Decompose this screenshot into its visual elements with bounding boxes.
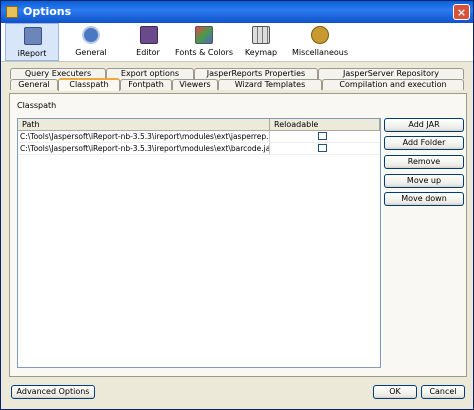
category-ireport[interactable]: iReport <box>5 23 59 61</box>
advanced-options-button[interactable]: Advanced Options <box>11 385 95 399</box>
app-icon <box>6 6 18 18</box>
category-label: Keymap <box>244 48 278 57</box>
tab-jasperreports-properties[interactable]: JasperReports Properties <box>194 68 318 79</box>
classpath-entry-path: C:\Tools\Jaspersoft\iReport-nb-3.5.3\ire… <box>20 132 270 141</box>
category-miscellaneous[interactable]: Miscellaneous <box>289 23 351 61</box>
tab-jasperserver-repository[interactable]: JasperServer Repository <box>318 68 464 79</box>
category-fonts-colors[interactable]: Fonts & Colors <box>175 23 233 61</box>
editor-icon <box>140 26 158 44</box>
cancel-button[interactable]: Cancel <box>421 385 465 399</box>
general-icon <box>82 26 100 44</box>
table-row[interactable]: C:\Tools\Jaspersoft\iReport-nb-3.5.3\ire… <box>18 131 380 143</box>
tab-fontpath[interactable]: Fontpath <box>120 79 172 90</box>
reloadable-checkbox[interactable] <box>318 144 327 152</box>
options-category-toolbar: iReport General Editor Fonts & Colors Ke… <box>1 23 473 62</box>
options-tabs: Query Executers Export options JasperRep… <box>8 67 466 95</box>
miscellaneous-icon <box>311 26 329 44</box>
category-label: iReport <box>17 49 47 58</box>
column-header-reloadable[interactable]: Reloadable <box>270 119 380 131</box>
tab-compilation-execution[interactable]: Compilation and execution <box>322 79 464 90</box>
tab-classpath[interactable]: Classpath <box>58 78 120 91</box>
category-keymap[interactable]: Keymap <box>237 23 285 61</box>
column-divider <box>269 143 270 154</box>
ireport-icon <box>24 27 42 45</box>
add-jar-button[interactable]: Add JAR <box>384 118 464 132</box>
table-row[interactable]: C:\Tools\Jaspersoft\iReport-nb-3.5.3\ire… <box>18 143 380 155</box>
classpath-panel: Classpath Path Reloadable C:\Tools\Jaspe… <box>9 93 467 377</box>
tab-export-options[interactable]: Export options <box>106 68 194 79</box>
tab-wizard-templates[interactable]: Wizard Templates <box>218 79 322 90</box>
add-folder-button[interactable]: Add Folder <box>384 136 464 150</box>
classpath-entry-path: C:\Tools\Jaspersoft\iReport-nb-3.5.3\ire… <box>20 144 270 153</box>
tab-viewers[interactable]: Viewers <box>172 79 218 90</box>
title-bar[interactable]: Options × <box>1 1 473 23</box>
category-label: General <box>75 48 107 57</box>
window-title: Options <box>23 5 72 18</box>
tab-general[interactable]: General <box>10 79 58 90</box>
category-label: Editor <box>136 48 160 57</box>
reloadable-checkbox[interactable] <box>318 132 327 140</box>
classpath-table[interactable]: Path Reloadable C:\Tools\Jaspersoft\iRep… <box>17 118 381 368</box>
ok-button[interactable]: OK <box>373 385 417 399</box>
close-button[interactable]: × <box>453 4 470 20</box>
fonts-colors-icon <box>195 26 213 44</box>
classpath-section-label: Classpath <box>17 101 57 110</box>
category-general[interactable]: General <box>67 23 115 61</box>
move-up-button[interactable]: Move up <box>384 174 464 188</box>
remove-button[interactable]: Remove <box>384 155 464 169</box>
keymap-icon <box>252 26 270 44</box>
category-label: Miscellaneous <box>291 48 349 57</box>
column-divider <box>269 131 270 142</box>
category-label: Fonts & Colors <box>175 48 233 57</box>
column-header-path[interactable]: Path <box>18 119 270 131</box>
category-editor[interactable]: Editor <box>125 23 171 61</box>
options-window: Options × iReport General Editor Fonts &… <box>0 0 474 410</box>
move-down-button[interactable]: Move down <box>384 192 464 206</box>
